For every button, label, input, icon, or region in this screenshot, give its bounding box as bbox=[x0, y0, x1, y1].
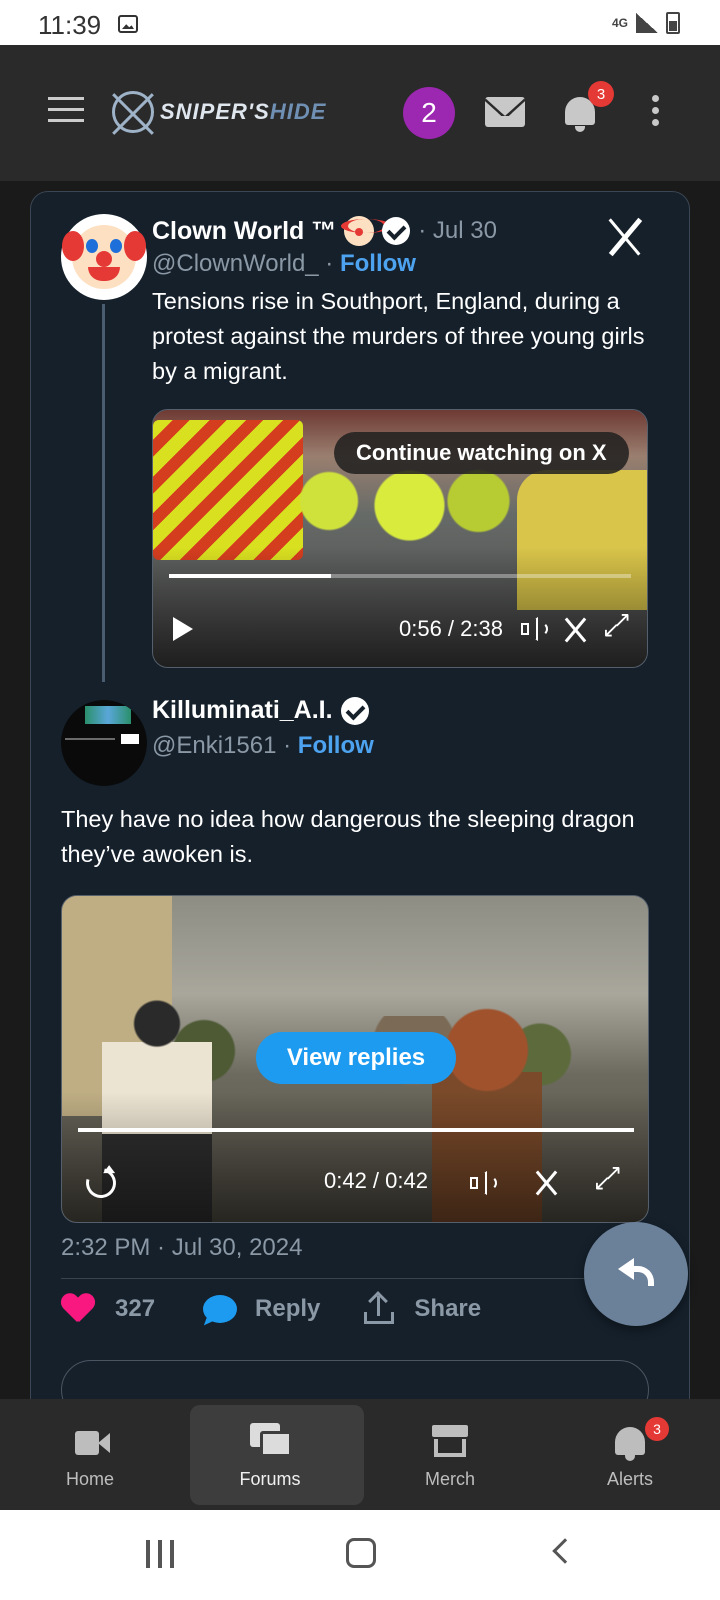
bell-icon bbox=[613, 1425, 647, 1463]
tweet1-author[interactable]: Clown World ™ · Jul 30 bbox=[152, 216, 497, 246]
status-bar: 11:39 4G bbox=[0, 0, 720, 45]
x-watch-icon[interactable] bbox=[534, 1170, 560, 1196]
tweet2-author-name: Killuminati_A.I. bbox=[152, 696, 333, 724]
tweet-actions: 327 Reply Share bbox=[61, 1291, 481, 1324]
nav-home-label: Home bbox=[65, 1469, 114, 1489]
divider bbox=[61, 1278, 661, 1279]
more-options-icon[interactable] bbox=[650, 95, 660, 131]
tweet1-handle-row: @ClownWorld_ · Follow bbox=[152, 250, 416, 277]
forums-icon bbox=[250, 1423, 294, 1461]
video1-time: 0:56 / 2:38 bbox=[399, 616, 503, 641]
nav-home[interactable]: Home bbox=[0, 1399, 180, 1510]
video2-time: 0:42 / 0:42 bbox=[324, 1168, 428, 1193]
page-content: Clown World ™ · Jul 30 @ClownWorld_ · Fo… bbox=[0, 181, 720, 1399]
verified-badge-icon bbox=[382, 217, 411, 245]
tweet2-author[interactable]: Killuminati_A.I. bbox=[152, 696, 369, 725]
play-icon[interactable] bbox=[173, 617, 193, 641]
image-notification-icon bbox=[118, 15, 138, 33]
battery-icon bbox=[666, 12, 680, 34]
tweet1-follow-link[interactable]: Follow bbox=[340, 250, 416, 277]
app-header: SNIPER'SHIDE 2 3 bbox=[0, 45, 720, 181]
hamburger-menu-icon[interactable] bbox=[48, 97, 84, 123]
nav-forums[interactable]: Forums bbox=[180, 1399, 364, 1510]
share-button[interactable]: Share bbox=[414, 1295, 481, 1323]
video-frame-police bbox=[283, 465, 513, 555]
crosshair-logo-icon bbox=[112, 91, 154, 133]
signal-icon bbox=[636, 13, 658, 33]
tweet1-date[interactable]: · Jul 30 bbox=[418, 217, 497, 245]
user-avatar[interactable]: 2 bbox=[403, 87, 455, 139]
clown-emoji-icon bbox=[341, 216, 392, 246]
tweet2-text: They have no idea how dangerous the slee… bbox=[61, 806, 635, 867]
tweet2-timestamp[interactable]: 2:32 PM · Jul 30, 2024 bbox=[61, 1234, 302, 1262]
read-more-button[interactable] bbox=[61, 1360, 649, 1399]
mail-icon[interactable] bbox=[485, 97, 525, 127]
like-count[interactable]: 327 bbox=[115, 1295, 155, 1323]
fullscreen-icon[interactable] bbox=[593, 1160, 624, 1196]
store-icon bbox=[432, 1425, 468, 1459]
tweet2-handle[interactable]: @Enki1561 bbox=[152, 732, 276, 759]
logo-text: SNIPER'SHIDE bbox=[160, 99, 327, 124]
nav-alerts-badge: 3 bbox=[645, 1417, 669, 1441]
system-navigation-bar bbox=[0, 1510, 720, 1600]
snipers-hide-logo[interactable]: SNIPER'SHIDE bbox=[112, 89, 326, 135]
nav-merch[interactable]: Merch bbox=[360, 1399, 540, 1510]
tweet2-video[interactable]: View replies 0:42 / 0:42 bbox=[61, 895, 649, 1223]
thread-line bbox=[102, 304, 105, 682]
volume-icon[interactable] bbox=[521, 616, 549, 642]
back-icon[interactable] bbox=[552, 1538, 578, 1564]
tweet2-handle-row: @Enki1561 · Follow bbox=[152, 732, 374, 759]
fullscreen-icon[interactable] bbox=[602, 607, 633, 643]
nav-forums-label: Forums bbox=[239, 1469, 301, 1489]
tweet1-text: Tensions rise in Southport, England, dur… bbox=[152, 288, 645, 384]
tweet1-video[interactable]: Continue watching on X 0:56 / 2:38 bbox=[152, 409, 648, 668]
nav-merch-label: Merch bbox=[424, 1469, 475, 1489]
video-frame-ambulance bbox=[153, 420, 303, 560]
clown-face-icon bbox=[62, 225, 146, 289]
clownworld-avatar[interactable] bbox=[61, 214, 147, 300]
volume-icon[interactable] bbox=[470, 1170, 498, 1196]
video2-progress-bar[interactable] bbox=[78, 1128, 634, 1132]
reply-fab-button[interactable] bbox=[584, 1222, 688, 1326]
network-type-icon: 4G bbox=[611, 16, 628, 30]
tweet-embed: Clown World ™ · Jul 30 @ClownWorld_ · Fo… bbox=[30, 191, 690, 1399]
reply-bubble-icon[interactable] bbox=[203, 1295, 238, 1323]
verified-badge-icon bbox=[340, 696, 369, 725]
x-watch-icon[interactable] bbox=[563, 617, 589, 643]
view-replies-button[interactable]: View replies bbox=[256, 1032, 456, 1084]
bottom-nav: Home Forums Merch 3 Alerts bbox=[0, 1399, 720, 1510]
status-icons: 4G bbox=[612, 12, 680, 34]
nav-alerts-label: Alerts bbox=[606, 1469, 653, 1489]
heart-icon[interactable] bbox=[61, 1294, 95, 1324]
tweet1-author-name: Clown World ™ bbox=[152, 216, 337, 245]
alerts-badge: 3 bbox=[588, 81, 614, 107]
x-logo-icon[interactable] bbox=[605, 216, 645, 256]
home-icon[interactable] bbox=[346, 1538, 376, 1568]
status-time: 11:39 bbox=[38, 10, 102, 40]
video1-progress-bar[interactable] bbox=[169, 574, 631, 578]
share-icon[interactable] bbox=[364, 1291, 395, 1324]
reply-button[interactable]: Reply bbox=[255, 1295, 320, 1323]
killuminati-avatar[interactable] bbox=[61, 700, 147, 786]
tweet2-follow-link[interactable]: Follow bbox=[298, 732, 374, 759]
tweet1-handle[interactable]: @ClownWorld_ bbox=[152, 250, 319, 277]
nav-alerts[interactable]: 3 Alerts bbox=[540, 1399, 720, 1510]
continue-watching-button[interactable]: Continue watching on X bbox=[334, 432, 629, 474]
recent-apps-icon[interactable] bbox=[146, 1540, 174, 1568]
video-camera-icon bbox=[75, 1431, 110, 1455]
reply-arrow-icon bbox=[618, 1258, 654, 1286]
